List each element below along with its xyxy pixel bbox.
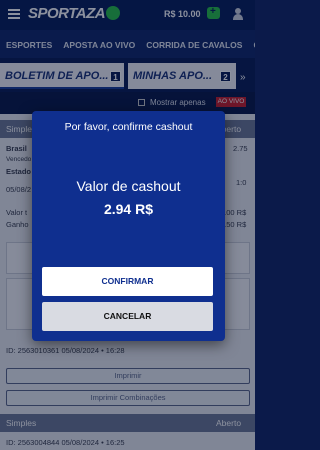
- confirm-button[interactable]: CONFIRMAR: [42, 267, 213, 296]
- cashout-confirm-dialog: Por favor, confirme cashout Valor de cas…: [32, 111, 225, 341]
- cashout-value: 2.94 R$: [103, 201, 154, 217]
- cashout-label: Valor de cashout: [76, 178, 181, 194]
- dialog-title: Por favor, confirme cashout: [64, 121, 193, 133]
- cancel-button[interactable]: CANCELAR: [42, 302, 213, 331]
